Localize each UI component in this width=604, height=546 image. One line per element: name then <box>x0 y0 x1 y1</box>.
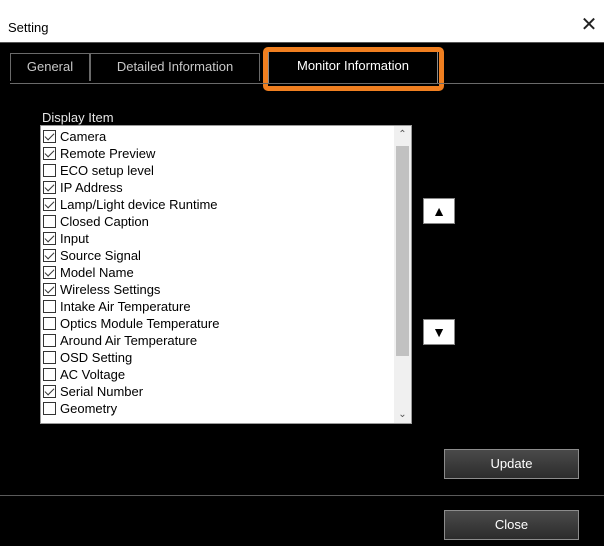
item-label: Input <box>60 231 89 246</box>
item-checkbox[interactable] <box>43 147 56 160</box>
item-checkbox[interactable] <box>43 232 56 245</box>
item-checkbox[interactable] <box>43 215 56 228</box>
item-label: Geometry <box>60 401 118 416</box>
list-item[interactable]: Geometry <box>41 400 393 417</box>
item-label: Remote Preview <box>60 146 156 161</box>
title-bar: Setting ✕ <box>0 0 604 42</box>
item-label: Closed Caption <box>60 214 149 229</box>
tab-detailed-information[interactable]: Detailed Information <box>90 53 260 81</box>
item-checkbox[interactable] <box>43 249 56 262</box>
item-checkbox[interactable] <box>43 130 56 143</box>
list-item[interactable]: Closed Caption <box>41 213 393 230</box>
close-button[interactable]: Close <box>444 510 579 540</box>
item-label: AC Voltage <box>60 367 126 382</box>
list-item[interactable]: ECO setup level <box>41 162 393 179</box>
item-label: ECO setup level <box>60 163 154 178</box>
item-label: Intake Air Temperature <box>60 299 191 314</box>
item-label: IP Address <box>60 180 123 195</box>
scroll-up-icon[interactable]: ⌃ <box>394 126 411 143</box>
item-checkbox[interactable] <box>43 300 56 313</box>
item-checkbox[interactable] <box>43 385 56 398</box>
move-up-button[interactable]: ▲ <box>423 198 455 224</box>
tab-underline <box>10 83 604 84</box>
list-item[interactable]: Input <box>41 230 393 247</box>
item-checkbox[interactable] <box>43 164 56 177</box>
item-checkbox[interactable] <box>43 368 56 381</box>
list-item[interactable]: Optics Module Temperature <box>41 315 393 332</box>
item-checkbox[interactable] <box>43 402 56 415</box>
item-label: Camera <box>60 129 107 144</box>
list-item[interactable]: Camera <box>41 128 393 145</box>
item-checkbox[interactable] <box>43 317 56 330</box>
display-item-label: Display Item <box>42 110 114 125</box>
list-items: Camera Remote Preview ECO setup level IP Ad… <box>41 128 393 417</box>
list-item[interactable]: AC Voltage <box>41 366 393 383</box>
item-label: Lamp/Light device Runtime <box>60 197 218 212</box>
item-checkbox[interactable] <box>43 283 56 296</box>
list-scrollbar[interactable]: ⌃ ⌄ <box>394 126 411 423</box>
item-checkbox[interactable] <box>43 198 56 211</box>
tab-monitor-information[interactable]: Monitor Information <box>268 51 438 83</box>
item-label: Optics Module Temperature <box>60 316 220 331</box>
list-item[interactable]: Wireless Settings <box>41 281 393 298</box>
item-checkbox[interactable] <box>43 334 56 347</box>
list-item[interactable]: Model Name <box>41 264 393 281</box>
list-item[interactable]: Remote Preview <box>41 145 393 162</box>
close-window-icon[interactable]: ✕ <box>578 14 600 36</box>
item-checkbox[interactable] <box>43 266 56 279</box>
item-label: OSD Setting <box>60 350 133 365</box>
update-button[interactable]: Update <box>444 449 579 479</box>
tab-general[interactable]: General <box>10 53 90 81</box>
item-checkbox[interactable] <box>43 181 56 194</box>
footer-divider <box>0 495 604 496</box>
item-label: Wireless Settings <box>60 282 161 297</box>
scroll-down-icon[interactable]: ⌄ <box>394 406 411 423</box>
move-down-button[interactable]: ▼ <box>423 319 455 345</box>
list-item[interactable]: Lamp/Light device Runtime <box>41 196 393 213</box>
item-label: Serial Number <box>60 384 144 399</box>
list-item[interactable]: Around Air Temperature <box>41 332 393 349</box>
window-title: Setting <box>8 20 49 35</box>
item-label: Source Signal <box>60 248 141 263</box>
dialog-body: General Detailed Information Monitor Inf… <box>0 42 604 546</box>
scroll-thumb[interactable] <box>396 146 409 356</box>
item-label: Model Name <box>60 265 134 280</box>
list-item[interactable]: Serial Number <box>41 383 393 400</box>
tab-strip: General Detailed Information Monitor Inf… <box>10 47 604 91</box>
list-item[interactable]: OSD Setting <box>41 349 393 366</box>
list-item[interactable]: Source Signal <box>41 247 393 264</box>
item-checkbox[interactable] <box>43 351 56 364</box>
list-item[interactable]: Intake Air Temperature <box>41 298 393 315</box>
display-item-list[interactable]: Camera Remote Preview ECO setup level IP Ad… <box>40 125 412 424</box>
item-label: Around Air Temperature <box>60 333 198 348</box>
list-item[interactable]: IP Address <box>41 179 393 196</box>
